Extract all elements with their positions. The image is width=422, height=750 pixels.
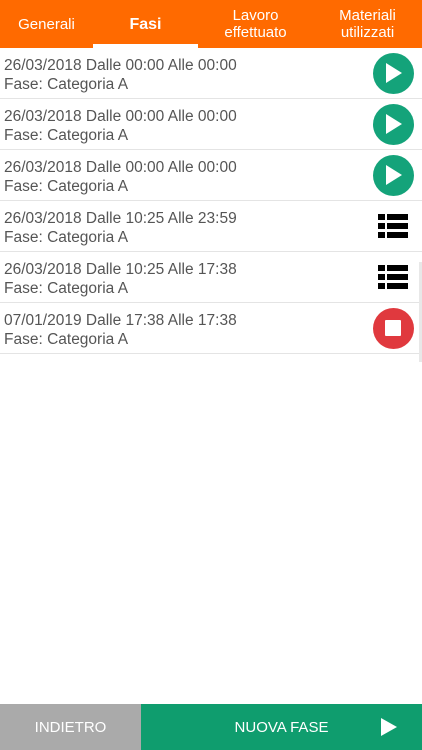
details-button[interactable] — [372, 256, 414, 298]
stop-button[interactable] — [372, 307, 414, 349]
list-icon — [378, 265, 408, 289]
tab-fasi[interactable]: Fasi — [93, 0, 198, 48]
list-item[interactable]: 26/03/2018 Dalle 00:00 Alle 00:00 Fase: … — [0, 99, 422, 150]
tab-label: Generali — [18, 15, 75, 33]
list-item[interactable]: 26/03/2018 Dalle 00:00 Alle 00:00 Fase: … — [0, 48, 422, 99]
tab-label: Lavoro effettuato — [224, 7, 287, 41]
tab-label: Materiali utilizzati — [339, 7, 396, 41]
tab-label: Fasi — [129, 15, 162, 33]
phase-date-time: 26/03/2018 Dalle 00:00 Alle 00:00 — [4, 159, 237, 176]
play-button[interactable] — [372, 52, 414, 94]
details-button[interactable] — [372, 205, 414, 247]
phase-category: Fase: Categoria A — [4, 178, 129, 195]
tab-lavoro-effettuato[interactable]: Lavoro effettuato — [198, 0, 313, 48]
phase-date-time: 26/03/2018 Dalle 00:00 Alle 00:00 — [4, 108, 237, 125]
phase-date-time: 26/03/2018 Dalle 00:00 Alle 00:00 — [4, 57, 237, 74]
phase-date-time: 26/03/2018 Dalle 10:25 Alle 23:59 — [4, 210, 237, 227]
play-icon — [372, 103, 414, 145]
tab-generali[interactable]: Generali — [0, 0, 93, 48]
phase-date-time: 07/01/2019 Dalle 17:38 Alle 17:38 — [4, 312, 237, 329]
phase-category: Fase: Categoria A — [4, 229, 129, 246]
play-button[interactable] — [372, 103, 414, 145]
list-item[interactable]: 26/03/2018 Dalle 00:00 Alle 00:00 Fase: … — [0, 150, 422, 201]
new-phase-button[interactable]: NUOVA FASE — [141, 704, 422, 750]
phase-list: 26/03/2018 Dalle 00:00 Alle 00:00 Fase: … — [0, 48, 422, 354]
list-item[interactable]: 26/03/2018 Dalle 10:25 Alle 23:59 Fase: … — [0, 201, 422, 252]
bottom-bar: INDIETRO NUOVA FASE — [0, 704, 422, 750]
tab-bar: Generali Fasi Lavoro effettuato Material… — [0, 0, 422, 48]
play-icon — [372, 154, 414, 196]
play-arrow-icon — [381, 718, 397, 736]
phase-category: Fase: Categoria A — [4, 331, 129, 348]
play-icon — [372, 52, 414, 94]
new-phase-button-label: NUOVA FASE — [234, 718, 329, 736]
back-button[interactable]: INDIETRO — [0, 704, 141, 750]
phase-category: Fase: Categoria A — [4, 76, 129, 93]
list-item[interactable]: 07/01/2019 Dalle 17:38 Alle 17:38 Fase: … — [0, 303, 422, 354]
phase-date-time: 26/03/2018 Dalle 10:25 Alle 17:38 — [4, 261, 237, 278]
play-button[interactable] — [372, 154, 414, 196]
back-button-label: INDIETRO — [34, 718, 107, 736]
stop-icon — [372, 307, 414, 349]
phase-category: Fase: Categoria A — [4, 280, 129, 297]
list-item[interactable]: 26/03/2018 Dalle 10:25 Alle 17:38 Fase: … — [0, 252, 422, 303]
phase-category: Fase: Categoria A — [4, 127, 129, 144]
tab-materiali-utilizzati[interactable]: Materiali utilizzati — [313, 0, 422, 48]
list-icon — [378, 214, 408, 238]
